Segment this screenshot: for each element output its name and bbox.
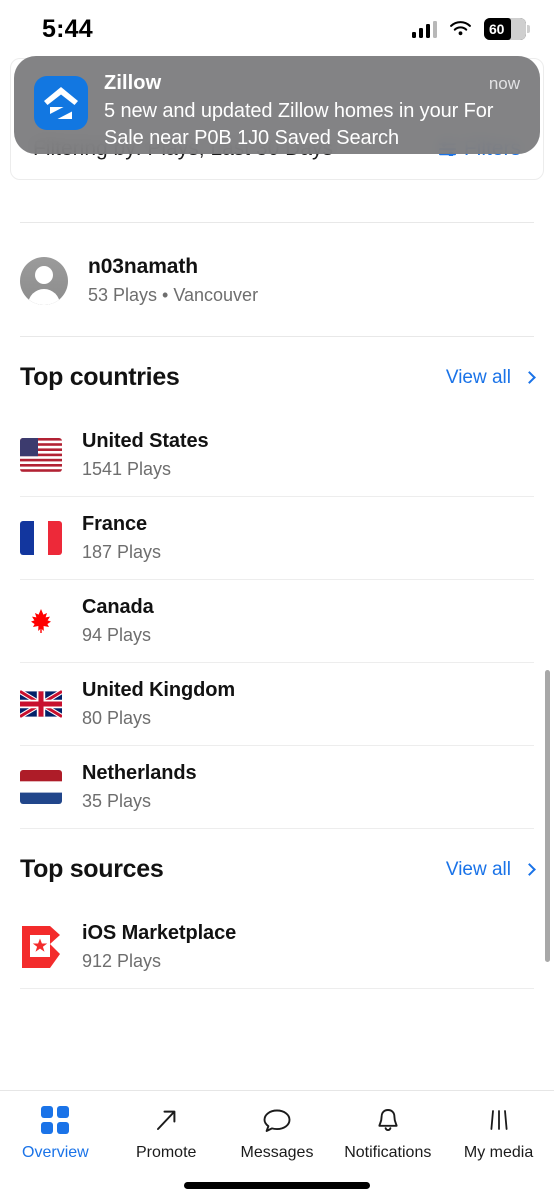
row-plays: 35 Plays (82, 791, 152, 811)
tab-overview[interactable]: Overview (0, 1105, 111, 1162)
arrow-up-right-icon (151, 1105, 181, 1135)
tab-label: Promote (135, 1144, 197, 1161)
grid-icon (41, 1105, 70, 1135)
view-all-label: View all (445, 366, 511, 388)
view-all-label: View all (445, 858, 511, 880)
tab-messages[interactable]: Messages (222, 1105, 333, 1162)
row-name: Canada (82, 596, 154, 618)
row-name: iOS Marketplace (82, 922, 237, 944)
chevron-right-icon (523, 863, 536, 876)
tab-label: Messages (240, 1144, 314, 1161)
speech-bubble-icon (261, 1105, 293, 1135)
notification-time: now (488, 74, 520, 93)
row-plays: 1541 Plays (82, 459, 172, 479)
flag-france (20, 521, 62, 555)
flag-netherlands (20, 770, 62, 804)
app-content: Filtering by: Plays, Last 30 Days Filter… (0, 58, 554, 1090)
wifi-icon (450, 21, 471, 36)
section-title: Top countries (20, 363, 180, 391)
vertical-scrollbar[interactable] (545, 670, 550, 962)
bandcamp-marketplace-icon (22, 926, 60, 968)
list-item[interactable]: France 187 Plays (0, 497, 554, 579)
section-header-top-sources: Top sources View all (0, 829, 554, 906)
bottom-tab-bar: Overview Promote Messages Notifications (0, 1090, 554, 1200)
section-title: Top sources (20, 855, 164, 883)
default-avatar-icon (20, 256, 68, 305)
notification-message: 5 new and updated Zillow homes in your F… (104, 100, 494, 149)
notification-app-name: Zillow (104, 72, 162, 94)
cellular-signal-icon (411, 20, 437, 38)
section-header-top-countries: Top countries View all (0, 337, 554, 414)
tab-my-media[interactable]: My media (443, 1105, 554, 1162)
chevron-right-icon (523, 371, 536, 384)
notification-banner[interactable]: Zillow now 5 new and updated Zillow home… (14, 56, 540, 154)
profile-row[interactable]: n03namath 53 Plays • Vancouver (0, 223, 554, 336)
row-plays: 80 Plays (82, 708, 152, 728)
tab-promote[interactable]: Promote (111, 1105, 222, 1162)
row-name: United Kingdom (82, 679, 236, 701)
list-item[interactable]: Netherlands 35 Plays (0, 746, 554, 828)
flag-canada (20, 604, 62, 638)
status-indicators: 60 (411, 18, 530, 40)
flag-united-kingdom (20, 689, 62, 719)
flag-united-states (20, 438, 62, 472)
row-name: France (82, 513, 147, 535)
status-time: 5:44 (42, 14, 93, 43)
tab-label: My media (463, 1144, 534, 1161)
list-item[interactable]: United Kingdom 80 Plays (0, 663, 554, 745)
tab-notifications[interactable]: Notifications (332, 1105, 443, 1162)
media-lines-icon (485, 1105, 513, 1135)
profile-subtitle: 53 Plays • Vancouver (88, 285, 259, 305)
status-bar: 5:44 60 (0, 0, 554, 58)
home-indicator (184, 1182, 370, 1189)
row-name: United States (82, 430, 209, 452)
bell-icon (373, 1105, 403, 1135)
tab-label: Notifications (344, 1144, 432, 1161)
row-separator (20, 988, 534, 989)
list-item[interactable]: United States 1541 Plays (0, 414, 554, 496)
list-item[interactable]: Canada 94 Plays (0, 580, 554, 662)
row-name: Netherlands (82, 762, 197, 784)
tab-label: Overview (22, 1144, 89, 1161)
row-plays: 187 Plays (82, 542, 162, 562)
row-plays: 94 Plays (82, 625, 152, 645)
profile-name: n03namath (88, 255, 198, 278)
view-all-countries-button[interactable]: View all (445, 366, 536, 389)
view-all-sources-button[interactable]: View all (445, 858, 536, 881)
battery-icon: 60 (484, 18, 530, 40)
row-plays: 912 Plays (82, 951, 162, 971)
zillow-app-icon (34, 76, 88, 130)
list-item[interactable]: iOS Marketplace 912 Plays (0, 906, 554, 988)
battery-percent: 60 (489, 21, 505, 37)
